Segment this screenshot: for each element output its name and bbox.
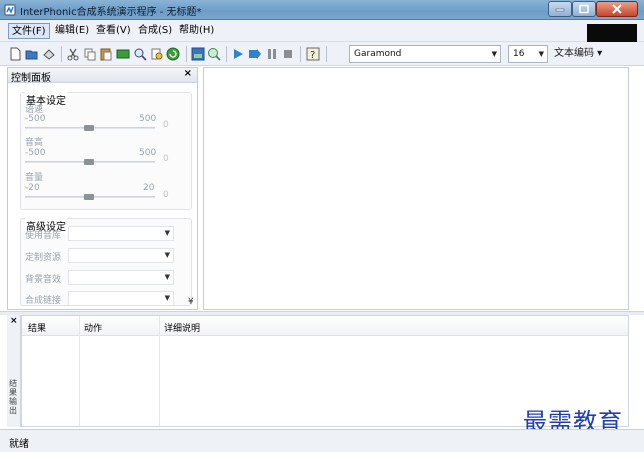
synthesis-link-select[interactable]: ▼	[68, 291, 174, 306]
voice-library-label: 使用音库	[25, 231, 62, 241]
column-divider	[79, 316, 80, 426]
close-button[interactable]	[596, 1, 638, 17]
volume-value: 0	[163, 190, 169, 200]
rate-value: 0	[163, 120, 169, 130]
svg-text:?: ?	[310, 50, 315, 61]
basic-settings-group: 基本设定 语速 -500 500 0 音高 -500 500 0 音量 -20 …	[20, 92, 192, 210]
expand-more-icon[interactable]: ¥	[188, 297, 194, 307]
zoom-icon[interactable]	[207, 47, 221, 61]
chevron-down-icon: ▼	[164, 294, 170, 302]
find-icon[interactable]	[133, 47, 147, 61]
font-size-value: 16	[513, 49, 525, 59]
results-table-header: 结果 动作 详细说明	[22, 316, 628, 336]
pause-icon[interactable]	[265, 47, 279, 61]
menu-bar: 文件(F) 编辑(E) 查看(V) 合成(S) 帮助(H)	[0, 20, 644, 42]
status-bar: 就绪	[0, 429, 644, 452]
volume-min: -20	[25, 183, 40, 193]
copy-icon[interactable]	[83, 47, 97, 61]
refresh-icon[interactable]	[166, 47, 180, 61]
rate-max: 500	[139, 114, 157, 124]
menu-help[interactable]: 帮助(H)	[176, 23, 217, 39]
export-icon[interactable]	[191, 47, 205, 61]
chevron-down-icon: ▼	[164, 273, 170, 281]
help-icon[interactable]: ?	[306, 47, 320, 61]
column-divider	[159, 316, 160, 426]
pitch-value: 0	[163, 154, 169, 164]
volume-max: 20	[143, 183, 155, 193]
voice-library-select[interactable]: ▼	[68, 226, 174, 241]
synthesis-link-label: 合成链接	[25, 296, 62, 306]
font-name-value: Garamond	[354, 49, 402, 59]
chevron-down-icon: ▼	[538, 50, 544, 58]
rate-min: -500	[25, 114, 46, 124]
pitch-slider-thumb[interactable]	[84, 159, 94, 165]
encoding-menu[interactable]: 文本编码 ▾	[554, 46, 602, 62]
chevron-down-icon: ▼	[164, 229, 170, 237]
close-icon[interactable]: ×	[10, 316, 18, 326]
menu-edit[interactable]: 编辑(E)	[52, 23, 92, 39]
stop-icon[interactable]	[281, 47, 295, 61]
pitch-min: -500	[25, 148, 46, 158]
col-result[interactable]: 结果	[28, 321, 46, 334]
results-side-label: 结果输出	[9, 379, 17, 415]
status-text: 就绪	[9, 439, 29, 450]
control-panel-header: 控制面板 ×	[8, 68, 197, 84]
close-icon[interactable]: ×	[184, 68, 192, 79]
minimize-button[interactable]	[548, 1, 572, 17]
rate-slider-thumb[interactable]	[84, 125, 94, 131]
chevron-down-icon: ▼	[491, 50, 497, 58]
volume-label: 音量	[25, 173, 44, 183]
pitch-label: 音高	[25, 138, 44, 148]
save-icon[interactable]	[42, 47, 56, 61]
play-icon[interactable]	[231, 47, 245, 61]
menu-view[interactable]: 查看(V)	[93, 23, 134, 39]
toolbar: ? Garamond ▼ 16 ▼ 文本编码 ▾	[0, 42, 644, 66]
status-indicator	[587, 24, 637, 42]
custom-resource-select[interactable]: ▼	[68, 248, 174, 263]
control-panel-title: 控制面板	[11, 73, 51, 84]
font-size-select[interactable]: 16 ▼	[508, 45, 548, 63]
play-step-icon[interactable]	[248, 47, 262, 61]
results-side-tab: × 结果输出	[7, 315, 21, 427]
font-name-select[interactable]: Garamond ▼	[349, 45, 501, 63]
title-bar: InterPhonic合成系统演示程序 - 无标题*	[0, 0, 644, 20]
new-icon[interactable]	[8, 47, 22, 61]
select-all-icon[interactable]	[116, 47, 130, 61]
volume-slider-thumb[interactable]	[84, 194, 94, 200]
col-action[interactable]: 动作	[84, 321, 102, 334]
menu-file[interactable]: 文件(F)	[8, 23, 50, 39]
open-icon[interactable]	[25, 47, 39, 61]
text-editor[interactable]	[203, 67, 629, 310]
chevron-down-icon: ▼	[164, 251, 170, 259]
paste-icon[interactable]	[99, 47, 113, 61]
window-title: InterPhonic合成系统演示程序 - 无标题*	[20, 7, 202, 18]
menu-synthesis[interactable]: 合成(S)	[135, 23, 175, 39]
cut-icon[interactable]	[66, 47, 80, 61]
replace-icon[interactable]	[150, 47, 164, 61]
col-details[interactable]: 详细说明	[164, 321, 200, 334]
custom-resource-label: 定制资源	[25, 253, 62, 263]
background-sound-label: 背景音效	[25, 275, 62, 285]
maximize-button[interactable]	[572, 1, 596, 17]
background-sound-select[interactable]: ▼	[68, 270, 174, 285]
app-icon	[4, 4, 16, 16]
pitch-max: 500	[139, 148, 157, 158]
control-panel: 控制面板 × 基本设定 语速 -500 500 0 音高 -500 500 0 …	[7, 67, 198, 310]
